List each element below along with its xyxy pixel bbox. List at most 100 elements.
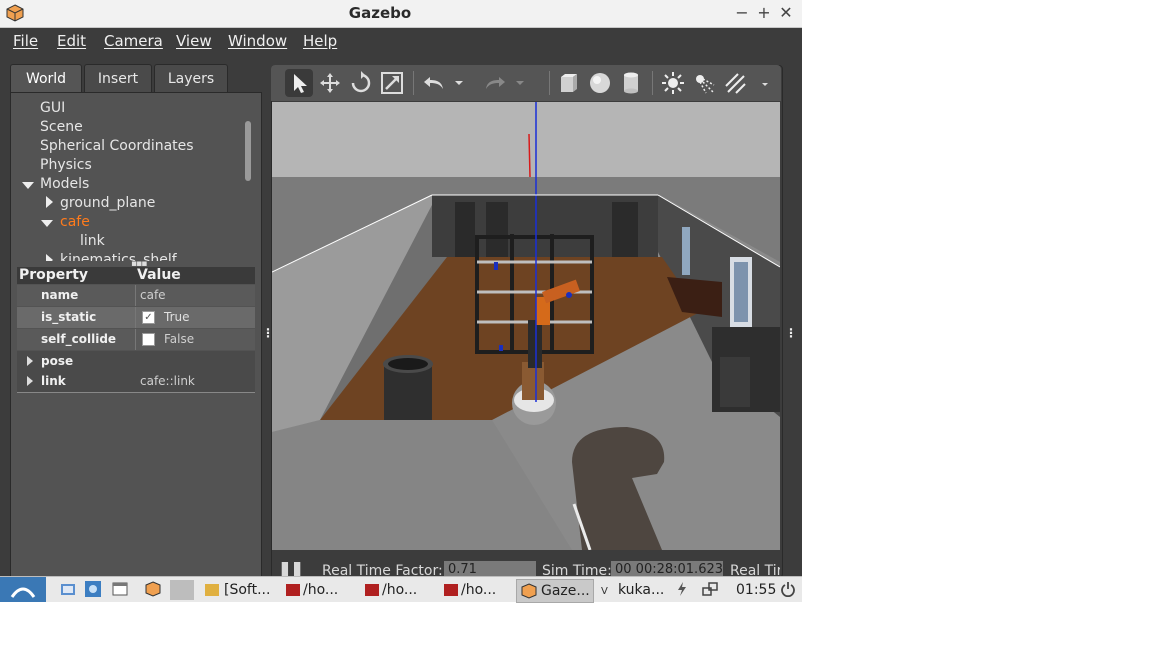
property-value: False bbox=[164, 332, 195, 346]
redo-icon[interactable] bbox=[483, 71, 507, 95]
terminal-icon bbox=[286, 584, 300, 596]
property-row-pose[interactable]: pose bbox=[17, 351, 255, 373]
expand-cafe-icon[interactable] bbox=[41, 220, 53, 227]
property-row-self-collide[interactable]: self_collide ✓ False bbox=[17, 329, 255, 350]
power-icon[interactable] bbox=[780, 581, 796, 597]
property-key: self_collide bbox=[41, 332, 117, 346]
redo-dropdown-icon[interactable] bbox=[514, 71, 526, 95]
sun-light-icon[interactable] bbox=[661, 71, 685, 95]
tree-item-physics[interactable]: Physics bbox=[40, 157, 92, 173]
column-divider bbox=[135, 307, 136, 328]
directional-light-icon[interactable] bbox=[723, 71, 747, 95]
property-key: is_static bbox=[41, 310, 97, 324]
right-collapse-handle[interactable]: ⋮ bbox=[785, 326, 797, 340]
property-key: link bbox=[41, 374, 66, 388]
task-label: /ho... bbox=[303, 582, 339, 598]
gazebo-launcher-icon[interactable] bbox=[145, 581, 161, 597]
expand-models-icon[interactable] bbox=[22, 182, 34, 189]
tree-item-models[interactable]: Models bbox=[40, 176, 89, 192]
file-icon bbox=[205, 584, 219, 596]
start-menu-button[interactable] bbox=[0, 577, 46, 602]
gazebo-window: Gazebo − + ✕ File Edit Camera View Windo… bbox=[0, 0, 802, 578]
tree-item-spherical-coordinates[interactable]: Spherical Coordinates bbox=[40, 138, 194, 154]
property-row-is-static[interactable]: is_static ✓ True bbox=[17, 307, 255, 328]
column-divider bbox=[135, 285, 136, 306]
sphere-icon[interactable] bbox=[588, 71, 612, 95]
status-bar: ▌▌ Real Time Factor: 0.71 Sim Time: 00 0… bbox=[272, 550, 780, 576]
tree-item-link[interactable]: link bbox=[80, 233, 105, 249]
tab-layers[interactable]: Layers bbox=[154, 64, 228, 93]
left-tabs: World Insert Layers bbox=[10, 64, 260, 94]
select-mode-button[interactable] bbox=[285, 69, 313, 97]
property-row-name[interactable]: name cafe bbox=[17, 285, 255, 306]
property-value: cafe bbox=[140, 288, 166, 302]
maximize-button[interactable]: + bbox=[754, 3, 774, 23]
property-value: True bbox=[164, 310, 190, 324]
file-manager-icon[interactable] bbox=[60, 581, 76, 597]
3d-scene-render[interactable] bbox=[272, 102, 780, 550]
real-time-label: Real Tir bbox=[730, 563, 780, 576]
task-label: Gaze... bbox=[541, 583, 590, 599]
menu-window[interactable]: Window bbox=[228, 32, 287, 50]
property-value: cafe::link bbox=[140, 374, 195, 388]
tree-item-kinematics-shelf[interactable]: kinematics_shelf bbox=[60, 252, 177, 261]
close-button[interactable]: ✕ bbox=[776, 3, 796, 23]
windows-switch-icon[interactable] bbox=[702, 581, 718, 597]
task-label: [Soft... bbox=[224, 582, 271, 598]
sim-time-label: Sim Time: bbox=[542, 563, 612, 576]
sim-time-value: 00 00:28:01.623 bbox=[611, 561, 723, 576]
menu-bar: File Edit Camera View Window Help bbox=[0, 28, 802, 56]
minimize-button[interactable]: − bbox=[732, 3, 752, 23]
rotate-icon[interactable] bbox=[349, 71, 373, 95]
power-plug-icon[interactable] bbox=[674, 581, 690, 597]
tree-item-ground-plane[interactable]: ground_plane bbox=[60, 195, 155, 211]
property-key: pose bbox=[41, 354, 74, 368]
property-key: name bbox=[41, 288, 79, 302]
tree-item-gui[interactable]: GUI bbox=[40, 100, 65, 116]
property-row-link[interactable]: link cafe::link bbox=[17, 371, 255, 393]
task-label: /ho... bbox=[461, 582, 497, 598]
vim-icon: V bbox=[601, 586, 608, 597]
window-icon[interactable] bbox=[112, 581, 128, 597]
toolbar-separator bbox=[549, 71, 550, 95]
self-collide-checkbox[interactable]: ✓ bbox=[142, 333, 155, 346]
real-time-factor-value: 0.71 bbox=[444, 561, 536, 576]
expand-link-icon[interactable] bbox=[27, 376, 33, 386]
scale-icon[interactable] bbox=[380, 71, 404, 95]
terminal-icon bbox=[365, 584, 379, 596]
menu-edit[interactable]: Edit bbox=[57, 32, 86, 50]
value-header-label: Value bbox=[137, 267, 181, 283]
tree-item-scene[interactable]: Scene bbox=[40, 119, 83, 135]
title-bar: Gazebo − + ✕ bbox=[0, 0, 802, 28]
undo-dropdown-icon[interactable] bbox=[453, 71, 465, 95]
tree-scrollbar[interactable] bbox=[245, 121, 251, 181]
expand-ground-plane-icon[interactable] bbox=[46, 196, 53, 208]
system-taskbar: [Soft... /ho... /ho... /ho... Gaze... V … bbox=[0, 576, 802, 603]
network-icon[interactable] bbox=[85, 581, 101, 597]
menu-view[interactable]: View bbox=[176, 32, 212, 50]
tab-insert[interactable]: Insert bbox=[84, 64, 152, 93]
more-tools-dropdown-icon[interactable] bbox=[759, 71, 771, 95]
menu-help[interactable]: Help bbox=[303, 32, 337, 50]
real-time-factor-label: Real Time Factor: bbox=[322, 563, 443, 576]
menu-camera[interactable]: Camera bbox=[104, 32, 163, 50]
pause-button[interactable]: ▌▌ bbox=[282, 562, 307, 576]
menu-file[interactable]: File bbox=[13, 32, 38, 50]
terminal-icon bbox=[444, 584, 458, 596]
undo-icon[interactable] bbox=[422, 71, 446, 95]
translate-icon[interactable] bbox=[318, 71, 342, 95]
render-toolbar bbox=[271, 65, 781, 101]
scene-viewport[interactable] bbox=[272, 102, 780, 550]
is-static-checkbox[interactable]: ✓ bbox=[142, 311, 155, 324]
task-gazebo[interactable]: Gaze... bbox=[516, 579, 594, 603]
blank-taskbar-slot[interactable] bbox=[170, 580, 194, 600]
expand-kinematics-shelf-icon[interactable] bbox=[46, 254, 53, 261]
tree-item-cafe[interactable]: cafe bbox=[60, 214, 90, 230]
cylinder-icon[interactable] bbox=[619, 71, 643, 95]
world-panel: GUI Scene Spherical Coordinates Physics … bbox=[10, 92, 262, 578]
spot-light-icon[interactable] bbox=[692, 71, 716, 95]
box-icon[interactable] bbox=[557, 71, 581, 95]
toolbar-separator bbox=[652, 71, 653, 95]
tab-world[interactable]: World bbox=[10, 64, 82, 93]
expand-pose-icon[interactable] bbox=[27, 356, 33, 366]
